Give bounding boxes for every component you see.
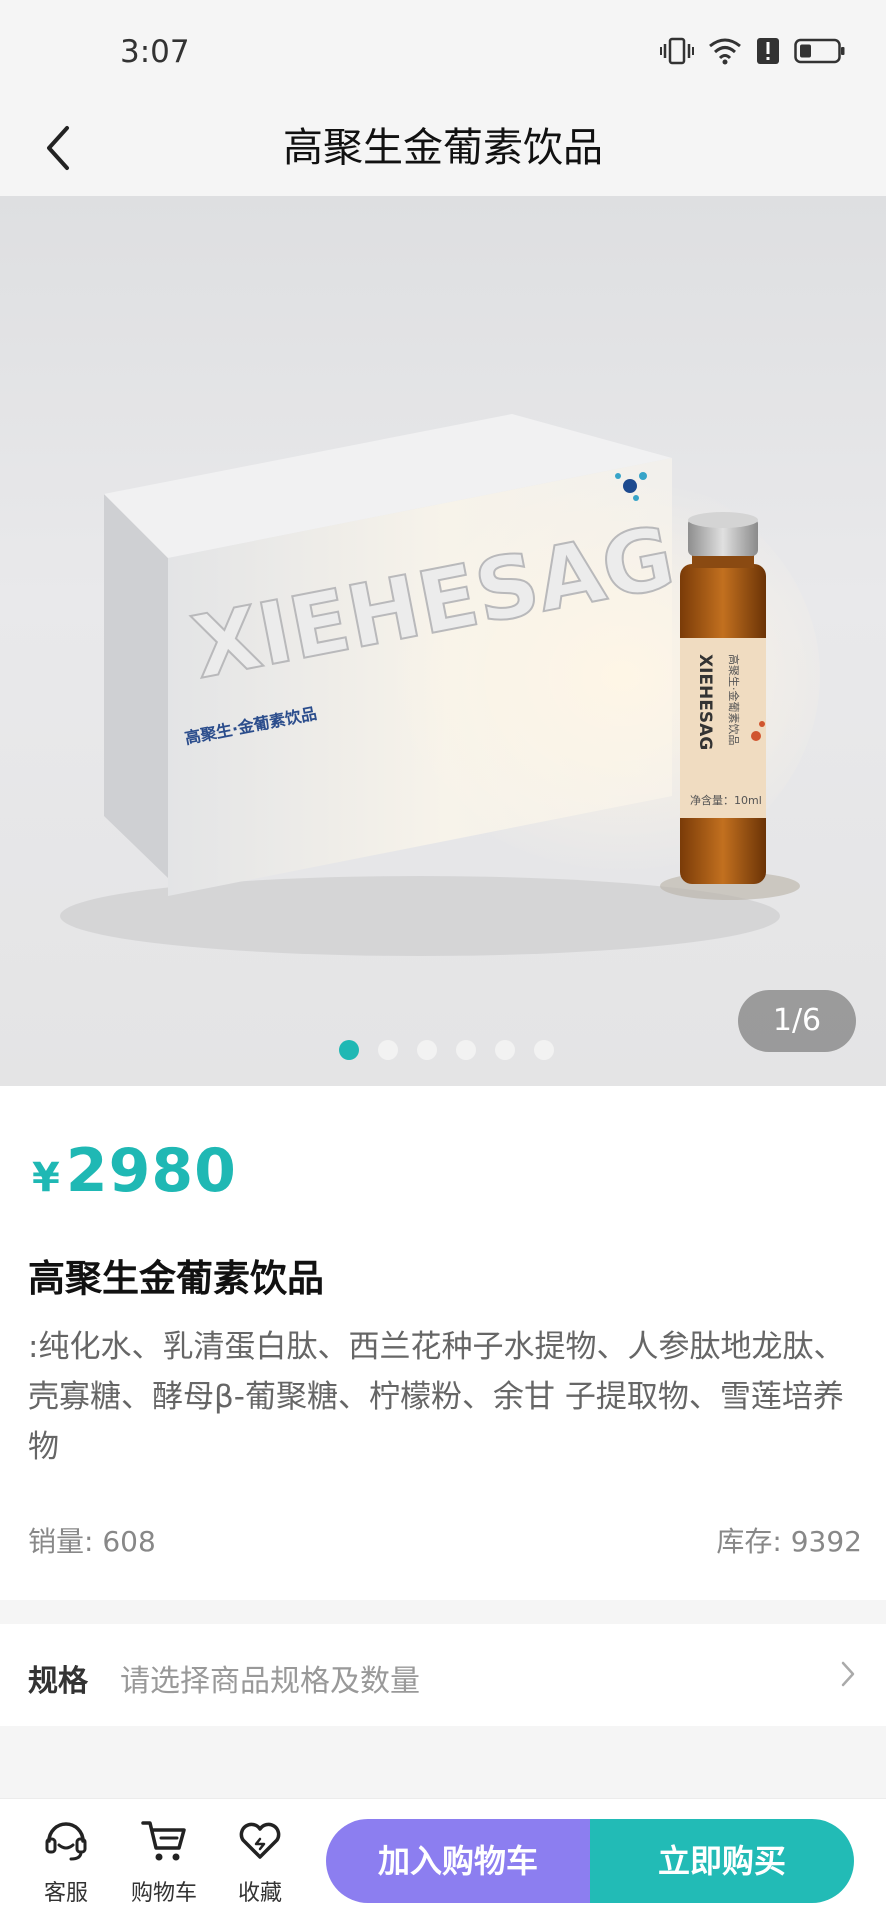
pagination-dot[interactable] xyxy=(533,1040,554,1060)
product-image: XIEHESAG 高聚生·金葡素饮品 XIEHESAG 高聚生·金葡素饮品 净含… xyxy=(60,414,820,956)
pagination-dot[interactable] xyxy=(494,1040,515,1060)
vial-brand-text: XIEHESAG xyxy=(695,654,715,750)
favorite-button[interactable]: 收藏 xyxy=(220,1815,300,1907)
cart-label: 购物车 xyxy=(130,1881,197,1906)
pagination-dot[interactable] xyxy=(377,1040,398,1060)
product-gallery[interactable]: XIEHESAG 高聚生·金葡素饮品 XIEHESAG 高聚生·金葡素饮品 净含… xyxy=(0,196,886,1086)
add-to-cart-button[interactable]: 加入购物车 xyxy=(326,1819,590,1903)
cart-button[interactable]: 购物车 xyxy=(124,1815,204,1907)
page-title: 高聚生金葡素饮品 xyxy=(283,125,603,171)
price-value: 2980 xyxy=(65,1136,237,1206)
product-name: 高聚生金葡素饮品 xyxy=(28,1257,324,1300)
customer-service-label: 客服 xyxy=(43,1881,88,1906)
sales-value: 608 xyxy=(102,1525,156,1558)
status-bar: 3:07 xyxy=(0,0,886,104)
status-time: 3:07 xyxy=(120,34,190,70)
currency-symbol: ¥ xyxy=(32,1155,60,1201)
vial-net-text: 净含量：10ml xyxy=(690,793,762,807)
customer-service-button[interactable]: 客服 xyxy=(26,1815,106,1907)
status-icons xyxy=(660,36,846,66)
pagination-dot[interactable] xyxy=(338,1040,359,1060)
battery-icon xyxy=(794,38,845,64)
headset-icon xyxy=(45,1822,87,1861)
vial-label-text: 高聚生·金葡素饮品 xyxy=(727,654,741,746)
sales-count: 销量: 608 xyxy=(28,1520,156,1560)
price: ¥ 2980 xyxy=(32,1136,237,1206)
buy-now-button[interactable]: 立即购买 xyxy=(590,1819,854,1903)
heart-icon xyxy=(239,1822,281,1859)
product-info-card: ¥ 2980 高聚生金葡素饮品 :纯化水、乳清蛋白肽、西兰花种子水提物、人参肽地… xyxy=(0,1086,886,1600)
stock-count: 库存: 9392 xyxy=(716,1520,862,1560)
bottom-action-bar: 客服 购物车 收藏 加入购物车 立即购买 xyxy=(0,1798,886,1920)
sales-label: 销量: xyxy=(28,1525,94,1558)
pagination-dot[interactable] xyxy=(455,1040,476,1060)
wifi-icon xyxy=(709,38,741,65)
alert-icon xyxy=(757,38,779,64)
spec-label: 规格 xyxy=(28,1664,88,1699)
spec-selector[interactable]: 规格 请选择商品规格及数量 xyxy=(0,1624,886,1726)
cart-icon xyxy=(141,1821,186,1861)
vibrate-icon xyxy=(660,37,694,65)
stock-value: 9392 xyxy=(790,1525,862,1558)
chevron-right-icon xyxy=(841,1661,855,1687)
page-counter: 1/6 xyxy=(738,990,856,1052)
nav-bar: 高聚生金葡素饮品 xyxy=(0,104,886,196)
purchase-button-group: 加入购物车 立即购买 xyxy=(326,1819,854,1903)
spec-placeholder: 请选择商品规格及数量 xyxy=(120,1664,420,1699)
stock-label: 库存: xyxy=(716,1525,782,1558)
pagination-dot[interactable] xyxy=(416,1040,437,1060)
favorite-label: 收藏 xyxy=(237,1881,282,1906)
product-description: :纯化水、乳清蛋白肽、西兰花种子水提物、人参肽地龙肽、壳寡糖、酵母β-葡聚糖、柠… xyxy=(28,1329,845,1465)
